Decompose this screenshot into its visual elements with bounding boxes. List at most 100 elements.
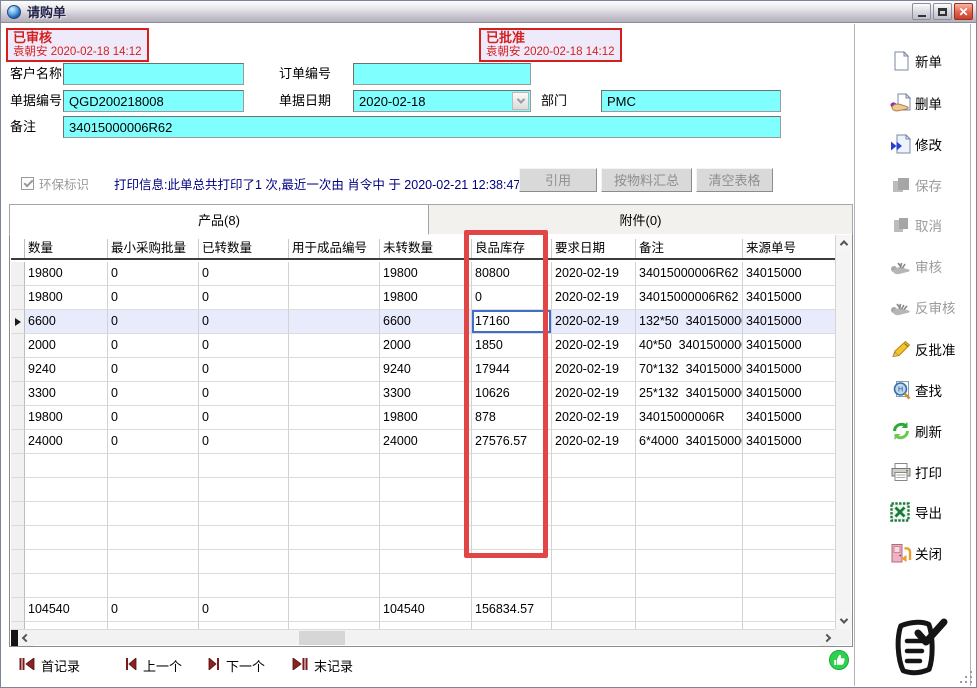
- close-button[interactable]: ✕: [954, 3, 973, 20]
- table-row[interactable]: 9240009240179442020-02-1970*132 34015000…: [11, 358, 835, 382]
- sidebar-button-print[interactable]: 打印: [890, 460, 972, 484]
- column-header-2[interactable]: 最小采购批量: [108, 239, 199, 258]
- table-cell[interactable]: 0: [108, 286, 199, 310]
- row-selector-cell[interactable]: [11, 358, 25, 382]
- table-row[interactable]: 3300003300106262020-02-1925*132 34015000…: [11, 382, 835, 406]
- table-row[interactable]: 1980000198008782020-02-1934015000006R340…: [11, 406, 835, 430]
- sidebar-button-refresh[interactable]: 刷新: [890, 419, 972, 443]
- table-cell[interactable]: 34015000: [743, 286, 835, 310]
- table-cell[interactable]: [289, 286, 380, 310]
- sidebar-button-delete-doc[interactable]: 删单: [890, 91, 972, 115]
- scroll-down-button[interactable]: [836, 613, 852, 629]
- table-cell[interactable]: 0: [199, 286, 289, 310]
- nav-next-record-button[interactable]: 下一个: [208, 653, 265, 677]
- table-cell[interactable]: 40*50 34015000006R: [636, 334, 743, 358]
- customer-name-field[interactable]: [63, 63, 244, 85]
- column-header-8[interactable]: 备注: [636, 239, 743, 258]
- table-cell[interactable]: 2020-02-19: [552, 430, 636, 454]
- table-cell[interactable]: 0: [199, 262, 289, 286]
- table-cell[interactable]: 9240: [380, 358, 472, 382]
- table-cell[interactable]: 9240: [25, 358, 108, 382]
- table-cell[interactable]: 24000: [25, 430, 108, 454]
- table-cell[interactable]: [289, 382, 380, 406]
- department-field[interactable]: [601, 90, 781, 112]
- horizontal-scroll-thumb[interactable]: [299, 631, 345, 645]
- table-cell[interactable]: 132*50 34015000006R: [636, 310, 743, 334]
- table-cell[interactable]: 19800: [380, 262, 472, 286]
- row-selector-cell[interactable]: [11, 382, 25, 406]
- table-cell[interactable]: 0: [108, 358, 199, 382]
- vertical-scrollbar[interactable]: [835, 235, 851, 629]
- sidebar-button-new-doc[interactable]: 新单: [890, 49, 972, 73]
- table-cell[interactable]: 2020-02-19: [552, 406, 636, 430]
- table-cell[interactable]: [289, 406, 380, 430]
- table-row[interactable]: 200000200018502020-02-1940*50 3401500000…: [11, 334, 835, 358]
- column-header-7[interactable]: 要求日期: [552, 239, 636, 258]
- minimize-button[interactable]: [912, 3, 931, 20]
- table-row[interactable]: 198000019800808002020-02-1934015000006R6…: [11, 262, 835, 286]
- sidebar-button-edit-doc[interactable]: 修改: [890, 132, 972, 156]
- table-cell[interactable]: 34015000: [743, 358, 835, 382]
- sidebar-button-search[interactable]: H查找: [890, 378, 972, 402]
- nav-last-record-button[interactable]: 末记录: [292, 653, 353, 677]
- table-cell[interactable]: 6*4000 34015000006R: [636, 430, 743, 454]
- column-header-4[interactable]: 用于成品编号: [289, 239, 380, 258]
- column-header-9[interactable]: 来源单号: [743, 239, 835, 258]
- table-cell[interactable]: 6600: [380, 310, 472, 334]
- table-cell[interactable]: 34015000: [743, 430, 835, 454]
- table-cell[interactable]: 0: [199, 358, 289, 382]
- table-cell[interactable]: 3300: [25, 382, 108, 406]
- table-cell[interactable]: 24000: [380, 430, 472, 454]
- nav-previous-record-button[interactable]: 上一个: [125, 653, 182, 677]
- nav-first-record-button[interactable]: 首记录: [19, 653, 80, 677]
- row-selector-cell[interactable]: [11, 286, 25, 310]
- sidebar-button-export-excel[interactable]: 导出: [890, 500, 972, 524]
- sidebar-button-close-door[interactable]: 关闭: [890, 541, 972, 565]
- table-row[interactable]: 24000002400027576.572020-02-196*4000 340…: [11, 430, 835, 454]
- table-cell[interactable]: 0: [199, 430, 289, 454]
- doc-date-field[interactable]: [353, 90, 531, 112]
- scroll-up-button[interactable]: [836, 235, 852, 251]
- table-cell[interactable]: 19800: [380, 406, 472, 430]
- table-cell[interactable]: 2020-02-19: [552, 262, 636, 286]
- table-cell[interactable]: [289, 310, 380, 334]
- table-cell[interactable]: 34015000: [743, 262, 835, 286]
- row-selector-cell[interactable]: [11, 334, 25, 358]
- resize-grip[interactable]: [960, 671, 972, 683]
- row-selector-cell[interactable]: [11, 262, 25, 286]
- table-cell[interactable]: 2020-02-19: [552, 358, 636, 382]
- table-cell[interactable]: [289, 358, 380, 382]
- scrollbar-splitter[interactable]: [11, 630, 18, 646]
- row-selector-cell[interactable]: [11, 310, 25, 334]
- table-cell[interactable]: 34015000006R62: [636, 262, 743, 286]
- sidebar-button-unapprove-pencil[interactable]: 反批准: [890, 337, 972, 361]
- table-cell[interactable]: 34015000: [743, 406, 835, 430]
- table-cell[interactable]: 25*132 34015000006R: [636, 382, 743, 406]
- column-header-3[interactable]: 已转数量: [199, 239, 289, 258]
- table-cell[interactable]: 2000: [380, 334, 472, 358]
- table-cell[interactable]: 0: [108, 430, 199, 454]
- remark-field[interactable]: [63, 116, 781, 138]
- table-cell[interactable]: 2020-02-19: [552, 334, 636, 358]
- doc-date-dropdown-button[interactable]: [512, 92, 529, 110]
- table-cell[interactable]: 19800: [25, 262, 108, 286]
- horizontal-scrollbar[interactable]: [11, 629, 835, 645]
- table-cell[interactable]: 0: [108, 262, 199, 286]
- table-cell[interactable]: 34015000: [743, 310, 835, 334]
- table-cell[interactable]: 19800: [25, 286, 108, 310]
- column-header-5[interactable]: 未转数量: [380, 239, 472, 258]
- table-cell[interactable]: 2020-02-19: [552, 286, 636, 310]
- table-cell[interactable]: [289, 334, 380, 358]
- table-cell[interactable]: 0: [199, 406, 289, 430]
- table-cell[interactable]: 3300: [380, 382, 472, 406]
- column-header-1[interactable]: 数量: [25, 239, 108, 258]
- table-cell[interactable]: 34015000: [743, 334, 835, 358]
- table-cell[interactable]: 34015000006R: [636, 406, 743, 430]
- doc-no-field[interactable]: [63, 90, 244, 112]
- table-cell[interactable]: 2000: [25, 334, 108, 358]
- row-selector-cell[interactable]: [11, 430, 25, 454]
- table-cell[interactable]: 0: [199, 310, 289, 334]
- table-cell[interactable]: 70*132 34015000006R: [636, 358, 743, 382]
- table-row[interactable]: 6600006600171602020-02-19132*50 34015000…: [11, 310, 835, 334]
- tab-products[interactable]: 产品(8): [9, 204, 429, 235]
